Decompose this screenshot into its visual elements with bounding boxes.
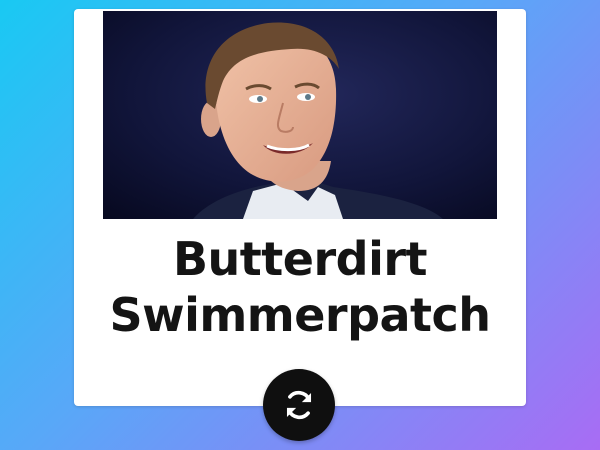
name-first-line: Butterdirt xyxy=(172,232,428,286)
refresh-button[interactable] xyxy=(263,369,335,441)
refresh-icon xyxy=(286,390,312,420)
portrait-illustration xyxy=(103,11,497,219)
name-second-line: Swimmerpatch xyxy=(109,288,491,342)
generated-name: Butterdirt Swimmerpatch xyxy=(74,231,526,343)
portrait-photo xyxy=(103,11,497,219)
name-card: Butterdirt Swimmerpatch xyxy=(74,9,526,406)
